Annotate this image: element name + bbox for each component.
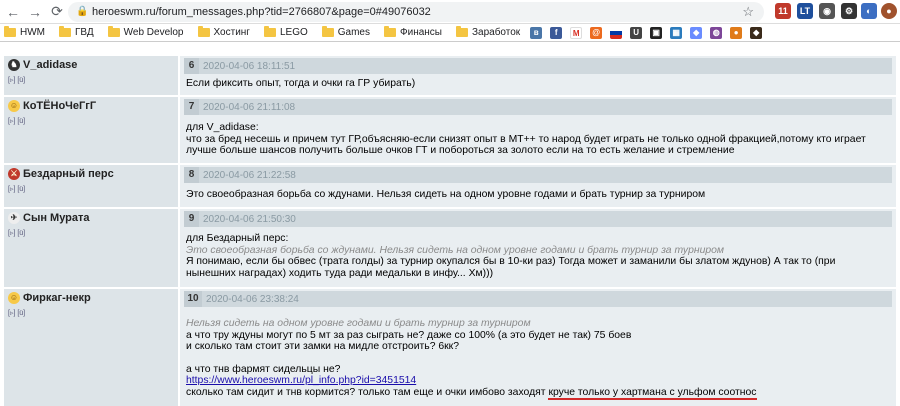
post-number[interactable]: 8 — [184, 167, 199, 183]
post-meta: 6 2020-04-06 18:11:51 — [184, 58, 892, 74]
bookmark-folder[interactable]: Хостинг — [197, 26, 250, 38]
author-links[interactable]: [▹] [ü] — [8, 309, 174, 317]
faction-icon: ✈ — [8, 212, 20, 224]
smiley-icon: ☺ — [8, 100, 20, 112]
quoted-text: Это своеобразная борьба со ждунами. Нель… — [186, 244, 725, 256]
bookmark-folder[interactable]: Web Develop — [107, 26, 184, 38]
forum-post: ☺ КоТЁНоЧеГгГ [▹] [ü] 7 2020-04-06 21:11:0… — [4, 97, 896, 163]
bookmark-folder[interactable]: LEGO — [263, 26, 308, 38]
forum-post: ✈ Сын Мурата [▹] [ü] 9 2020-04-06 21:50:30… — [4, 209, 896, 287]
post-body: 6 2020-04-06 18:11:51 Если фиксить опыт, … — [180, 56, 896, 95]
post-meta: 7 2020-04-06 21:11:08 — [184, 99, 892, 115]
post-number[interactable]: 9 — [184, 211, 199, 227]
post-number[interactable]: 10 — [184, 291, 202, 307]
post-date: 2020-04-06 21:11:08 — [203, 101, 296, 113]
author-links[interactable]: [▹] [ü] — [8, 76, 174, 84]
vk-icon[interactable]: в — [530, 26, 543, 39]
post-text: для Бездарный перс: Это своеобразная бор… — [180, 227, 896, 283]
avatar[interactable]: ● — [881, 3, 897, 19]
gmail-icon[interactable]: M — [570, 26, 583, 39]
post-date: 2020-04-06 23:38:24 — [206, 293, 299, 305]
post-date: 2020-04-06 21:22:58 — [203, 169, 296, 181]
forum-thread: ♞ V_adidase [▹] [ü] 6 2020-04-06 18:11:51 … — [0, 42, 900, 406]
forum-post: ☺ Фиркаг-некр [▹] [ü] 10 2020-04-06 23:38:… — [4, 289, 896, 406]
site-icon-u[interactable]: U — [630, 26, 643, 39]
post-number[interactable]: 7 — [184, 99, 199, 115]
post-body: 8 2020-04-06 21:22:58 Это своеобразная бо… — [180, 165, 896, 207]
site-icon-dark[interactable]: ◆ — [750, 26, 763, 39]
author-links[interactable]: [▹] [ü] — [8, 229, 174, 237]
ai-icon[interactable]: @ — [590, 26, 603, 39]
profile-link[interactable]: https://www.heroeswm.ru/pl_info.php?id=3… — [186, 375, 416, 386]
extension-icon-2[interactable]: LT — [797, 3, 813, 19]
author-name[interactable]: ☺ КоТЁНоЧеГгГ — [8, 100, 174, 112]
folder-icon — [321, 26, 334, 37]
forum-post: ⚔ Бездарный перс [▹] [ü] 8 2020-04-06 21:2… — [4, 165, 896, 207]
forward-arrow-icon[interactable]: → — [24, 1, 46, 23]
post-text: Это своеобразная борьба со ждунами. Нель… — [186, 189, 706, 200]
post-author-panel: ✈ Сын Мурата [▹] [ü] — [4, 209, 180, 287]
site-icon-orange[interactable]: ● — [730, 26, 743, 39]
post-text: Если фиксить опыт, тогда и очки га ГР уб… — [186, 78, 416, 89]
bookmark-folder[interactable]: Заработок — [455, 26, 520, 38]
bookmark-folder[interactable]: Games — [321, 26, 370, 38]
post-date: 2020-04-06 21:50:30 — [203, 213, 296, 225]
smiley-icon: ☺ — [8, 292, 20, 304]
folder-icon — [384, 26, 396, 37]
post-author-panel: ⚔ Бездарный перс [▹] [ü] — [4, 165, 180, 207]
bookmark-folder[interactable]: ГВД — [59, 26, 94, 38]
post-number[interactable]: 6 — [184, 58, 199, 74]
post-meta: 8 2020-04-06 21:22:58 — [184, 167, 892, 183]
post-author-panel: ☺ КоТЁНоЧеГгГ [▹] [ü] — [4, 97, 180, 163]
post-meta: 9 2020-04-06 21:50:30 — [184, 211, 892, 227]
bookmark-folder[interactable]: Финансы — [384, 26, 442, 38]
bookmark-folder[interactable]: HWM — [4, 26, 45, 38]
site-icon-bag[interactable]: ▣ — [650, 26, 663, 39]
folder-icon — [59, 26, 71, 37]
folder-icon — [107, 26, 120, 37]
post-meta: 10 2020-04-06 23:38:24 — [184, 291, 892, 307]
extension-icon-4[interactable]: ⚙ — [841, 3, 857, 19]
bookmark-star-icon[interactable]: ☆ — [742, 4, 754, 20]
author-links[interactable]: [▹] [ü] — [8, 185, 174, 193]
faction-icon: ⚔ — [8, 168, 20, 180]
url-text: heroeswm.ru/forum_messages.php?tid=27668… — [92, 6, 431, 18]
folder-icon — [455, 26, 468, 37]
address-bar[interactable]: 🔒 heroeswm.ru/forum_messages.php?tid=276… — [68, 2, 764, 22]
author-name[interactable]: ✈ Сын Мурата — [8, 212, 174, 224]
lock-icon: 🔒 — [76, 6, 89, 17]
folder-icon — [263, 26, 276, 37]
browser-toolbar: ← → ⟳ 🔒 heroeswm.ru/forum_messages.php?t… — [0, 0, 900, 24]
site-icon-diamond[interactable]: ◆ — [690, 26, 703, 39]
folder-icon — [197, 26, 210, 37]
post-date: 2020-04-06 18:11:51 — [203, 60, 296, 72]
extension-icon-3[interactable]: ◉ — [819, 3, 835, 19]
author-links[interactable]: [▹] [ü] — [8, 117, 174, 125]
clan-icon: ♞ — [8, 59, 20, 71]
back-arrow-icon[interactable]: ← — [2, 1, 24, 23]
quoted-text: Нельзя сидеть на одном уровне годами и б… — [186, 318, 531, 329]
author-name[interactable]: ⚔ Бездарный перс — [8, 168, 174, 180]
reload-icon[interactable]: ⟳ — [46, 1, 68, 23]
author-name[interactable]: ☺ Фиркаг-некр — [8, 292, 174, 304]
post-author-panel: ♞ V_adidase [▹] [ü] — [4, 56, 180, 95]
post-body: 9 2020-04-06 21:50:30 для Бездарный перс:… — [180, 209, 896, 287]
forum-post: ♞ V_adidase [▹] [ü] 6 2020-04-06 18:11:51 … — [4, 56, 896, 95]
russia-flag-icon[interactable] — [610, 26, 623, 39]
extension-icon-1[interactable]: 11 — [775, 3, 791, 19]
post-author-panel: ☺ Фиркаг-некр [▹] [ü] — [4, 289, 180, 406]
post-body: 10 2020-04-06 23:38:24 Нельзя сидеть на о… — [180, 289, 896, 406]
post-text: Нельзя сидеть на одном уровне годами и б… — [180, 307, 896, 402]
post-text: для V_adidase: что за бред несешь и прич… — [186, 122, 866, 156]
site-icon-grid[interactable]: ▦ — [670, 26, 683, 39]
site-icon-tor[interactable]: ◍ — [710, 26, 723, 39]
bookmarks-bar: HWM ГВД Web Develop Хостинг LEGO Games Ф… — [0, 24, 900, 42]
author-name[interactable]: ♞ V_adidase — [8, 59, 174, 71]
facebook-icon[interactable]: f — [550, 26, 563, 39]
highlighted-text: круче только у хартмана с ульфом соотнос — [548, 386, 757, 400]
folder-icon — [4, 26, 16, 37]
extension-icon-5[interactable]: ◐ — [861, 3, 877, 19]
post-body: 7 2020-04-06 21:11:08 для V_adidase: что … — [180, 97, 896, 163]
